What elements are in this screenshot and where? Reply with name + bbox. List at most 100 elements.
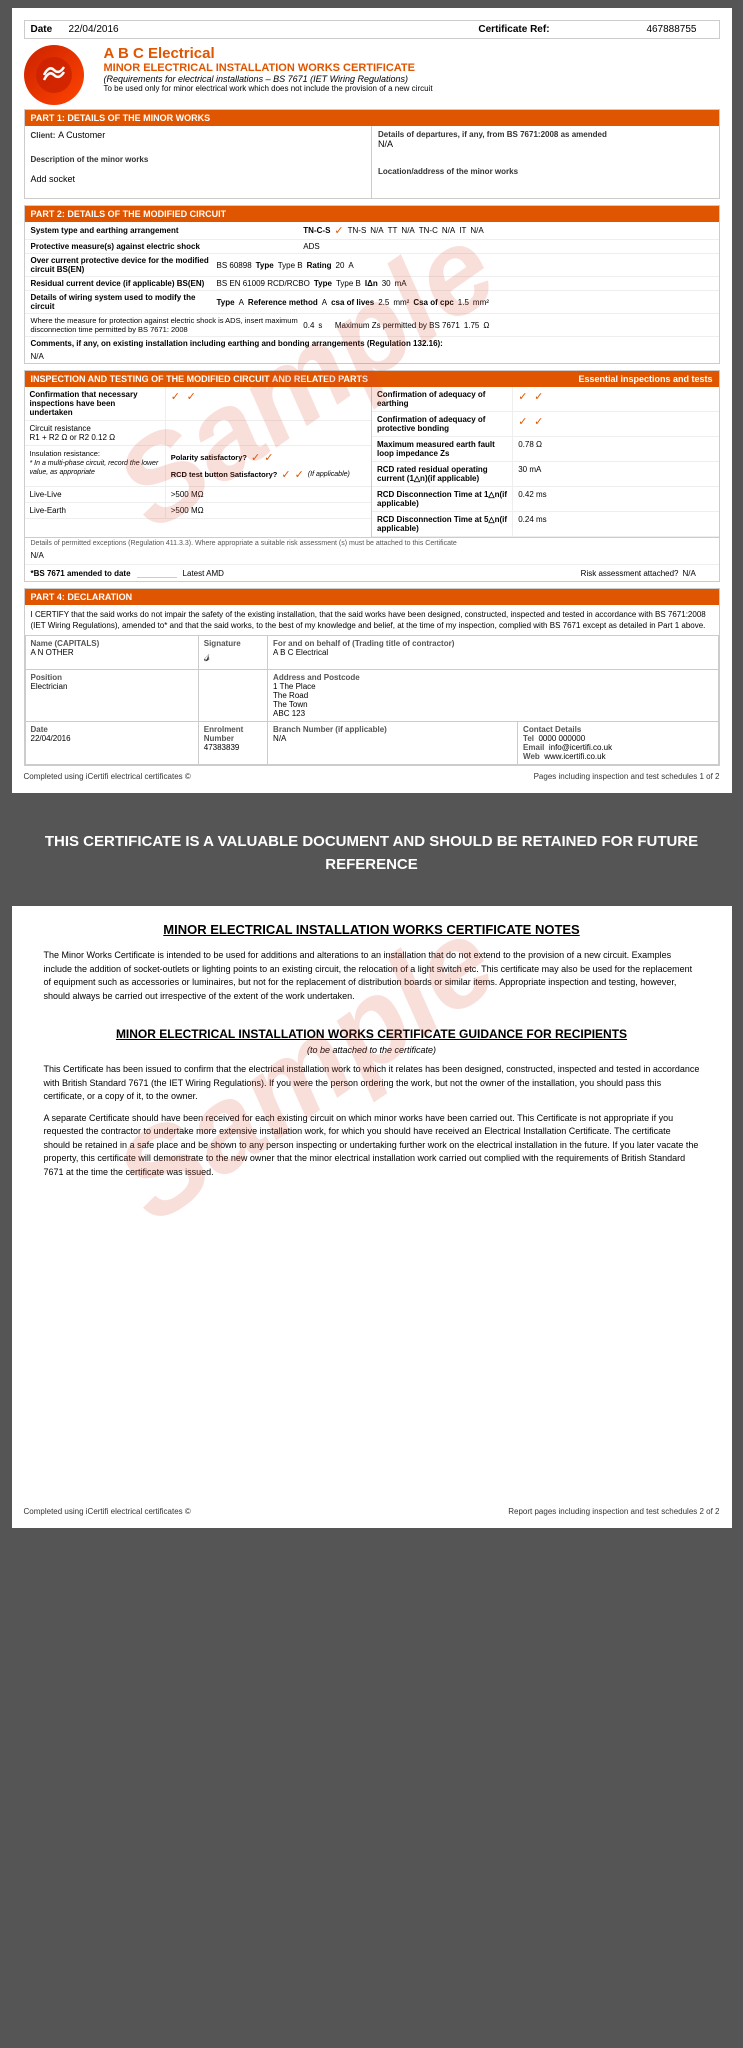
insp2-row: Confirmation of adequacy of earthing ✓ ✓ <box>372 387 719 412</box>
company-info: A B C Electrical MINOR ELECTRICAL INSTAL… <box>104 45 720 93</box>
circuit-r-row: Circuit resistance R1 + R2 Ω or R2 0.12 … <box>25 421 372 446</box>
rcd-disc1-value: 0.42 <box>518 490 534 499</box>
part4-section: PART 4: DECLARATION I CERTIFY that the s… <box>24 588 720 766</box>
footer-left-1: Completed using iCertifi electrical cert… <box>24 772 191 781</box>
part2-header: PART 2: DETAILS OF THE MODIFIED CIRCUIT <box>25 206 719 222</box>
rcd-disc1-row: RCD Disconnection Time at 1△n(if applica… <box>372 487 719 512</box>
footer-right-1: Pages including inspection and test sche… <box>534 772 720 781</box>
part1-left: Client: A Customer Description of the mi… <box>25 126 373 198</box>
position-value: Electrician <box>31 682 193 691</box>
max-zs-value: 1.75 <box>464 321 480 330</box>
live-earth-text: Live-Earth <box>30 506 66 515</box>
page2-footer: Completed using iCertifi electrical cert… <box>24 1507 720 1516</box>
rcd-type-label: Type <box>314 279 332 288</box>
live-live-label: Live-Live <box>25 487 166 502</box>
cert-ref-label: Certificate Ref: <box>478 24 549 35</box>
insulation-text: Insulation resistance: <box>30 449 100 458</box>
protective-label: Protective measure(s) against electric s… <box>31 242 304 251</box>
departures-label: Details of departures, if any, from BS 7… <box>378 130 713 139</box>
branch-cell: Branch Number (if applicable) N/A <box>268 722 518 765</box>
guidance-sub: (to be attached to the certificate) <box>44 1045 700 1055</box>
insulation-note: * In a multi-phase circuit, record the l… <box>30 460 159 476</box>
r1r2-unit: Ω <box>61 433 67 442</box>
details-permitted-value: N/A <box>25 549 719 564</box>
overcurrent-bs: BS 60898 <box>217 261 252 270</box>
overcurrent-type-label: Type <box>256 261 274 270</box>
tt-label: TT <box>388 226 398 235</box>
email-value: info@icertifi.co.uk <box>549 743 612 752</box>
tnc-label: TN-C <box>419 226 438 235</box>
insp1-checks: ✓ ✓ <box>166 387 371 420</box>
inspection-title: INSPECTION AND TESTING OF THE MODIFIED C… <box>31 374 369 384</box>
date-sig-label: Date <box>31 725 193 734</box>
contact-cell: Contact Details Tel 0000 000000 Email in… <box>518 722 718 765</box>
live-live-unit: MΩ <box>191 490 204 499</box>
sig-cell: Signature 𝓈 <box>198 636 267 670</box>
r1r2-label: R1 + R2 <box>30 433 60 442</box>
notes-text: The Minor Works Certificate is intended … <box>44 949 700 1003</box>
wiring-cpc-label: Csa of cpc <box>413 298 453 307</box>
rcd-disc1-value-cell: 0.42 ms <box>513 487 718 511</box>
risk-label: Risk assessment attached? <box>581 569 679 578</box>
date-value: 22/04/2016 <box>69 24 119 35</box>
comments-value: N/A <box>31 352 44 361</box>
insp2-check1: ✓ <box>518 391 527 403</box>
it-label: IT <box>459 226 466 235</box>
insulation-row: Insulation resistance: * In a multi-phas… <box>25 446 372 487</box>
position-cell: Position Electrician <box>25 670 198 722</box>
decl-text: I CERTIFY that the said works do not imp… <box>25 605 719 635</box>
r2-value: 0.12 <box>91 433 107 442</box>
behalf-label: For and on behalf of (Trading title of c… <box>273 639 712 648</box>
max-zs-unit: Ω <box>483 321 489 330</box>
rcd-test-row-inner: RCD test button Satisfactory? ✓ ✓ (If ap… <box>171 466 366 483</box>
client-field: Client: A Customer <box>31 130 366 141</box>
circuit-r-label: Circuit resistance R1 + R2 Ω or R2 0.12 … <box>25 421 166 445</box>
wiring-ref-label: Reference method <box>248 298 318 307</box>
name-cell: Name (CAPITALS) A N OTHER <box>25 636 198 670</box>
banner-section: THIS CERTIFICATE IS A VALUABLE DOCUMENT … <box>12 801 732 906</box>
insulation-label: Insulation resistance: * In a multi-phas… <box>25 446 166 486</box>
polarity-check1: ✓ <box>251 451 260 464</box>
insp1-check2: ✓ <box>187 391 196 403</box>
behalf-value: A B C Electrical <box>273 648 712 657</box>
sig-table: Name (CAPITALS) A N OTHER Signature 𝓈 Fo… <box>25 635 719 765</box>
risk-value: N/A <box>683 569 713 578</box>
tnc-val: N/A <box>442 226 455 235</box>
client-label: Client: <box>31 131 56 140</box>
rcd-ian-label: IΔn <box>365 279 378 288</box>
it-val: N/A <box>470 226 483 235</box>
tns-val: N/A <box>370 226 383 235</box>
page2-spacer <box>24 1203 720 1503</box>
footer-right-2: Report pages including inspection and te… <box>508 1507 719 1516</box>
comments-row: Comments, if any, on existing installati… <box>25 337 719 363</box>
date-sig-cell: Date 22/04/2016 <box>25 722 198 765</box>
live-earth-row: Live-Earth >500 MΩ <box>25 503 372 519</box>
max-earth-label: Maximum measured earth fault loop impeda… <box>372 437 513 461</box>
location-value <box>378 176 713 190</box>
date-label: Date <box>31 24 53 35</box>
part1-right: Details of departures, if any, from BS 7… <box>372 126 719 198</box>
location-field: Location/address of the minor works <box>378 167 713 190</box>
banner-text: THIS CERTIFICATE IS A VALUABLE DOCUMENT … <box>42 831 702 876</box>
rcd-rated-row: RCD rated residual operating current (1△… <box>372 462 719 487</box>
max-earth-unit: Ω <box>536 440 542 449</box>
name-label: Name (CAPITALS) <box>31 639 193 648</box>
cert-note: To be used only for minor electrical wor… <box>104 84 720 93</box>
comments-label: Comments, if any, on existing installati… <box>31 339 443 348</box>
overcurrent-label: Over current protective device for the m… <box>31 256 217 274</box>
client-value: A Customer <box>58 130 105 140</box>
or-label: or R2 <box>70 433 90 442</box>
notes-title: MINOR ELECTRICAL INSTALLATION WORKS CERT… <box>44 922 700 937</box>
polarity-row-inner: Polarity satisfactory? ✓ ✓ <box>171 449 366 466</box>
footer-left-2: Completed using iCertifi electrical cert… <box>24 1507 191 1516</box>
company-name: A B C Electrical <box>104 45 720 62</box>
insp2-checks: ✓ ✓ <box>513 387 718 411</box>
insp3-checks: ✓ ✓ <box>513 412 718 436</box>
live-live-text: Live-Live <box>30 490 62 499</box>
insp3-check1: ✓ <box>518 416 527 428</box>
enrolment-label: Enrolment Number <box>204 725 262 743</box>
part1-content: Client: A Customer Description of the mi… <box>25 126 719 198</box>
rcd-ian-value: 30 <box>382 279 391 288</box>
live-earth-unit: MΩ <box>191 506 204 515</box>
live-earth-label: Live-Earth <box>25 503 166 518</box>
